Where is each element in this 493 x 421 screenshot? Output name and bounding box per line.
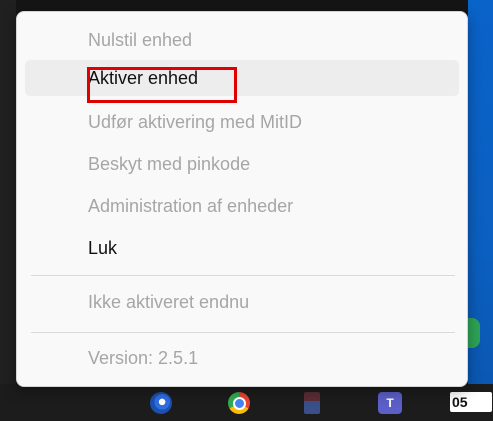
status-text: Ikke aktiveret endnu — [25, 284, 459, 320]
teams-icon[interactable]: T — [378, 392, 402, 414]
menu-item-label: Luk — [88, 237, 118, 258]
highlight-box — [87, 67, 237, 103]
menu-item-pinkode: Beskyt med pinkode — [25, 146, 459, 182]
menu-item-label: Udfør aktivering med MitID — [88, 111, 303, 132]
menu-item-luk[interactable]: Luk — [25, 230, 459, 266]
menu-item-label: Nulstil enhed — [88, 29, 193, 50]
desktop-background-right — [468, 0, 493, 421]
version-label: Version: 2.5.1 — [88, 347, 199, 368]
clock-icon[interactable]: 05 — [450, 392, 492, 412]
task-app-icon[interactable] — [304, 392, 320, 414]
menu-item-label: Beskyt med pinkode — [88, 153, 251, 174]
menu-item-mitid-activation: Udfør aktivering med MitID — [25, 104, 459, 140]
menu-item-nulstil-enhed: Nulstil enhed — [25, 22, 459, 58]
menu-item-label: Administration af enheder — [88, 195, 294, 216]
menu-separator — [31, 275, 455, 276]
teams-letter: T — [386, 396, 394, 410]
status-label: Ikke aktiveret endnu — [88, 291, 250, 312]
menu-item-administration: Administration af enheder — [25, 188, 459, 224]
chrome-icon[interactable] — [228, 392, 250, 414]
desktop-background-left — [0, 0, 16, 421]
version-text: Version: 2.5.1 — [25, 340, 459, 376]
desktop-icon-partial — [468, 318, 480, 348]
menu-separator — [31, 332, 455, 333]
context-menu: Nulstil enhed Aktiver enhed Udfør aktive… — [16, 11, 468, 387]
edge-icon[interactable] — [150, 392, 172, 414]
clock-text: 05 — [452, 394, 468, 410]
